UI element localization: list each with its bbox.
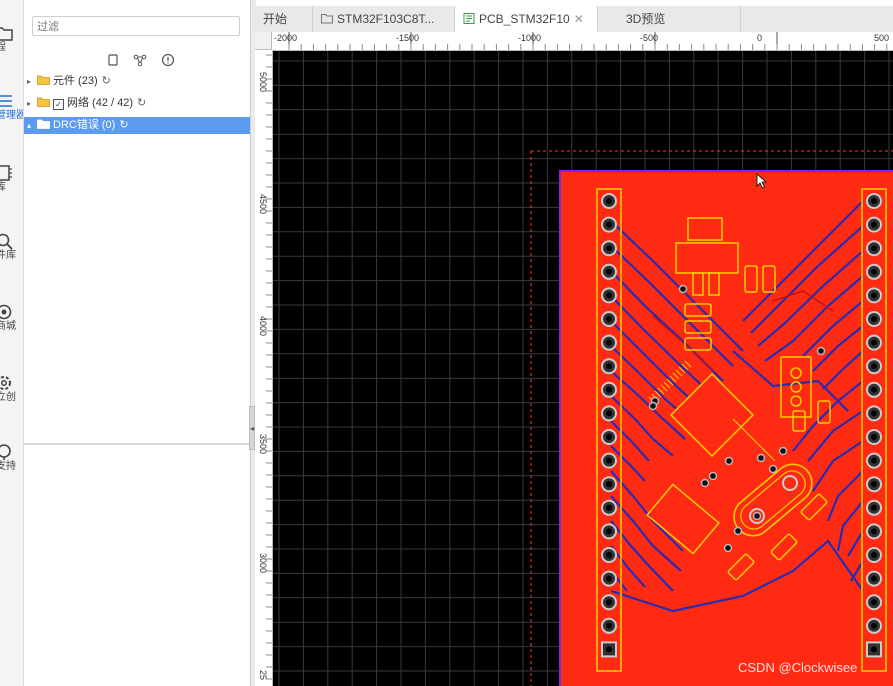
network-icon[interactable] [133,53,147,67]
document-tab-bar: 开始 STM32F103C8T... PCB_STM32F10 ✕ 3D预览 [255,6,893,33]
ruler-label: 500 [874,33,890,43]
search-icon [0,233,13,250]
tree-item-components[interactable]: ▸ 元件 (23) ↻ [24,73,250,90]
library-icon [0,165,12,181]
panel-toolbar [106,52,185,68]
folder-icon [321,14,333,24]
expand-arrow-icon[interactable]: ▴ [27,117,37,134]
list-icon [0,95,12,107]
ruler-label: 25 [258,670,268,681]
folder-icon [37,75,50,85]
tab-pcb[interactable]: PCB_STM32F10 ✕ [455,6,598,32]
refresh-icon[interactable]: ↻ [102,73,111,90]
ruler-label: 0 [757,33,763,43]
refresh-icon[interactable]: ↻ [119,117,128,134]
copy-icon[interactable] [106,53,120,67]
design-manager-panel: 过滤 ▸ 元件 (23) ↻ ▸ ✓ 网络 (42 / 42) ↻ ▴ DRC错误 (0) ↻ [24,0,250,686]
gear-icon [0,376,11,390]
rail-item-shop[interactable]: 商城 [0,303,23,332]
folder-icon [0,27,13,41]
nets-checkbox[interactable]: ✓ [53,99,64,110]
shop-icon [0,304,12,320]
tree-item-nets[interactable]: ▸ ✓ 网络 (42 / 42) ↻ [24,95,250,112]
left-icon-rail: 程 管理器 库 件库 商城 立创 支持 [0,0,24,686]
filter-input[interactable]: 过滤 [32,16,240,36]
tree-item-drc-errors[interactable]: ▴ DRC错误 (0) ↻ [24,117,250,134]
ruler-label: 4000 [258,316,268,337]
tab-3d-preview[interactable]: 3D预览 [598,6,741,32]
rail-item-library[interactable]: 库 [0,164,23,193]
info-icon[interactable] [161,53,175,67]
pcb-canvas[interactable] [273,51,893,686]
ruler-label: -2000 [274,33,298,43]
ruler-label: 3500 [258,434,268,455]
close-icon[interactable]: ✕ [574,12,584,26]
tab-start[interactable]: 开始 [255,6,313,32]
ruler-label: -500 [640,33,659,43]
ruler-corner [255,32,272,50]
expand-arrow-icon[interactable]: ▸ [27,95,37,112]
rail-item-lceda[interactable]: 立创 [0,374,23,403]
expand-arrow-icon[interactable]: ▸ [27,73,37,90]
horizontal-ruler: -2000 -1500 -1000 -500 0 500 [272,32,893,51]
watermark-text: CSDN @Clockwisee [738,660,858,675]
refresh-icon[interactable]: ↻ [137,95,146,112]
ruler-label: 3000 [258,553,268,574]
folder-icon [37,119,50,129]
pcb-drawing [273,51,893,686]
panel-divider[interactable] [24,443,250,445]
tab-schematic[interactable]: STM32F103C8T... [313,6,455,32]
ruler-label: -1500 [396,33,420,43]
rail-item-project[interactable]: 程 [0,24,23,53]
vertical-ruler: 5000 4500 4000 3500 3000 25 [255,50,273,686]
rail-item-support[interactable]: 支持 [0,443,23,472]
folder-icon [37,97,50,107]
rail-item-manager[interactable]: 管理器 [0,92,23,121]
rail-item-part-library[interactable]: 件库 [0,232,23,261]
help-icon [0,444,11,460]
ruler-label: 5000 [258,72,268,93]
ruler-label: 4500 [258,194,268,215]
ruler-label: -1000 [518,33,542,43]
pcb-icon [463,13,475,24]
